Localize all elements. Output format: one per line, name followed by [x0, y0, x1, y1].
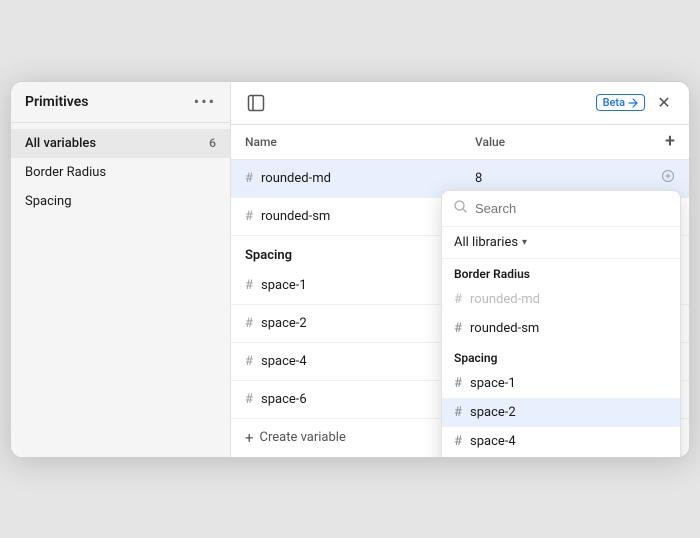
- chevron-down-icon: ▾: [522, 237, 527, 248]
- col-value-header: Value +: [475, 133, 675, 151]
- hash-icon: #: [245, 171, 253, 186]
- dd-item-name: space-1: [470, 376, 516, 391]
- variable-name: rounded-md: [261, 171, 331, 186]
- variable-name: rounded-sm: [261, 209, 330, 224]
- variable-value: 8: [475, 171, 482, 186]
- more-options-button[interactable]: •••: [194, 94, 216, 110]
- hash-icon: #: [454, 321, 462, 336]
- value-picker-dropdown: All libraries ▾ Border Radius # rounded-…: [441, 190, 681, 458]
- sidebar-item-all-variables[interactable]: All variables 6: [11, 129, 230, 158]
- hash-icon: #: [245, 278, 253, 293]
- all-variables-badge: 6: [209, 136, 216, 150]
- variable-name: space-1: [261, 278, 307, 293]
- hash-icon: #: [454, 434, 462, 449]
- dd-item[interactable]: # space-6: [442, 456, 680, 458]
- panel-toggle-button[interactable]: [245, 92, 267, 114]
- dd-item[interactable]: # rounded-sm: [442, 314, 680, 343]
- col-name-header: Name: [245, 135, 475, 149]
- dd-item-name: space-4: [470, 434, 516, 449]
- sidebar-item-label: All variables: [25, 136, 96, 151]
- main-header-right: Beta ✕: [596, 92, 675, 114]
- search-icon: [454, 200, 467, 217]
- plus-icon: +: [245, 429, 254, 447]
- close-button[interactable]: ✕: [653, 92, 675, 114]
- sidebar-header: Primitives •••: [11, 82, 230, 123]
- add-variable-button[interactable]: +: [665, 133, 675, 151]
- hash-icon: #: [245, 354, 253, 369]
- main-window: Primitives ••• All variables 6 Border Ra…: [10, 81, 690, 458]
- dd-item[interactable]: # space-1: [442, 369, 680, 398]
- dd-item[interactable]: # space-4: [442, 427, 680, 456]
- variable-name: space-6: [261, 392, 307, 407]
- hash-icon: #: [245, 209, 253, 224]
- row-name-cell: # rounded-md: [245, 171, 475, 186]
- hash-icon: #: [245, 392, 253, 407]
- all-libraries-label: All libraries: [454, 235, 518, 250]
- variable-name: space-4: [261, 354, 307, 369]
- variable-name: space-2: [261, 316, 307, 331]
- sidebar-title: Primitives: [25, 94, 88, 110]
- sidebar-item-border-radius[interactable]: Border Radius: [11, 158, 230, 187]
- all-libraries-button[interactable]: All libraries ▾: [442, 227, 680, 259]
- sidebar-section: All variables 6 Border Radius Spacing: [11, 123, 230, 222]
- dd-item-name: space-2: [470, 405, 516, 420]
- dropdown-search-row: [442, 191, 680, 227]
- dd-item-name: rounded-sm: [470, 321, 539, 336]
- hash-icon: #: [245, 316, 253, 331]
- hash-icon: #: [454, 405, 462, 420]
- dd-item-name: rounded-md: [470, 292, 540, 307]
- main-header-left: [245, 92, 267, 114]
- edit-icon[interactable]: [661, 169, 675, 187]
- beta-badge[interactable]: Beta: [596, 94, 645, 111]
- hash-icon: #: [454, 292, 462, 307]
- main-header: Beta ✕: [231, 82, 689, 125]
- sidebar-item-spacing[interactable]: Spacing: [11, 187, 230, 216]
- dd-item[interactable]: # space-2: [442, 398, 680, 427]
- sidebar-item-label: Border Radius: [25, 165, 106, 180]
- dd-spacing-label: Spacing: [442, 343, 680, 369]
- dd-border-radius-label: Border Radius: [442, 259, 680, 285]
- hash-icon: #: [454, 376, 462, 391]
- table-header: Name Value +: [231, 125, 689, 160]
- sidebar-item-label: Spacing: [25, 194, 72, 209]
- dd-item[interactable]: # rounded-md: [442, 285, 680, 314]
- sidebar: Primitives ••• All variables 6 Border Ra…: [11, 82, 231, 457]
- row-value-cell: 8: [475, 169, 675, 187]
- create-variable-label: Create variable: [260, 430, 346, 445]
- search-input[interactable]: [475, 201, 668, 216]
